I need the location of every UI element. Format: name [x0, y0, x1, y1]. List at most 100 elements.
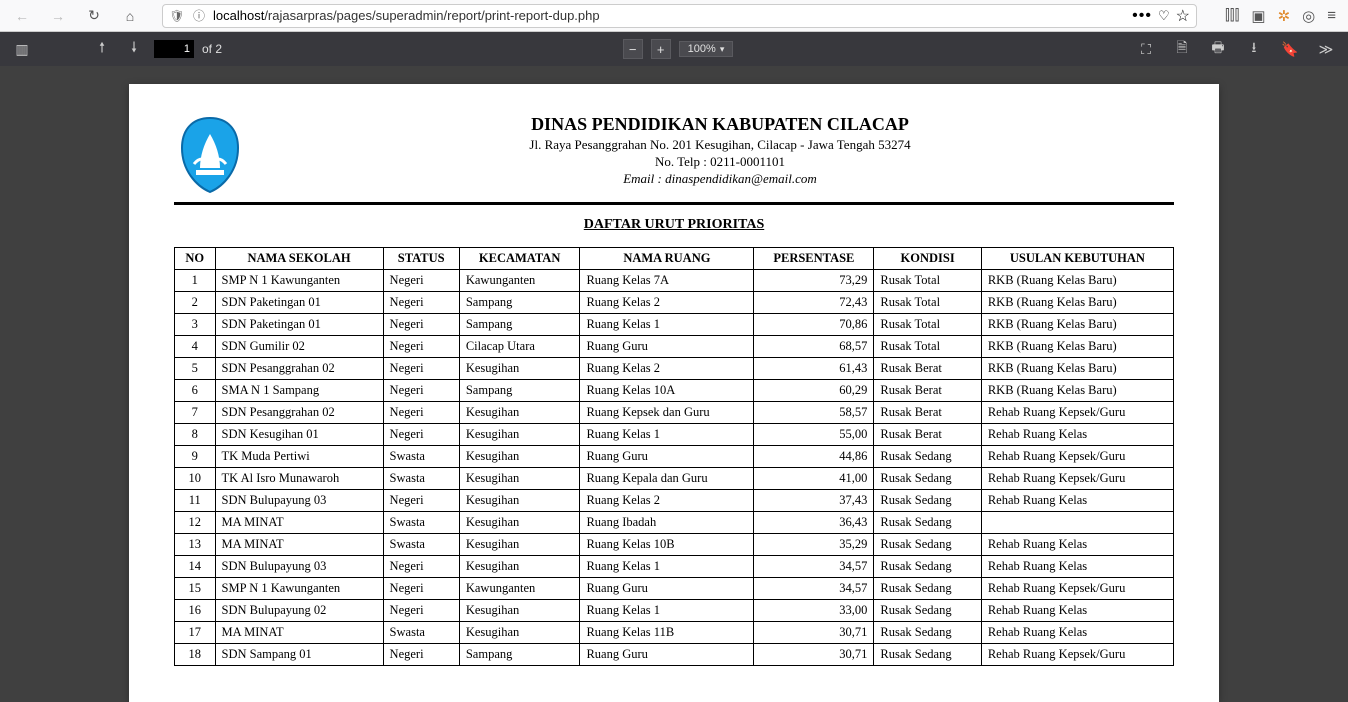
- table-cell: SDN Sampang 01: [215, 644, 383, 666]
- table-cell: 8: [175, 424, 216, 446]
- presentation-icon[interactable]: ⛶: [1134, 37, 1158, 61]
- column-header: STATUS: [383, 248, 459, 270]
- table-cell: Rusak Total: [874, 270, 981, 292]
- table-cell: Rehab Ruang Kepsek/Guru: [981, 446, 1173, 468]
- home-button[interactable]: ⌂: [116, 2, 144, 30]
- table-cell: 9: [175, 446, 216, 468]
- table-cell: Ruang Kelas 1: [580, 556, 754, 578]
- url-host: localhost: [213, 8, 264, 23]
- zoom-select[interactable]: 100% ▾: [679, 41, 734, 57]
- column-header: USULAN KEBUTUHAN: [981, 248, 1173, 270]
- table-cell: 44,86: [754, 446, 874, 468]
- table-cell: Rusak Sedang: [874, 578, 981, 600]
- table-cell: Rusak Berat: [874, 402, 981, 424]
- download-icon[interactable]: ⭳: [1242, 37, 1266, 61]
- table-row: 8SDN Kesugihan 01NegeriKesugihanRuang Ke…: [175, 424, 1174, 446]
- info-icon[interactable]: ⓘ: [191, 7, 207, 24]
- table-cell: Rehab Ruang Kelas: [981, 600, 1173, 622]
- table-row: 12MA MINATSwastaKesugihanRuang Ibadah36,…: [175, 512, 1174, 534]
- table-cell: RKB (Ruang Kelas Baru): [981, 292, 1173, 314]
- library-icon[interactable]: ⫿⫿⫿: [1225, 7, 1239, 24]
- table-cell: Rehab Ruang Kelas: [981, 556, 1173, 578]
- table-cell: SMA N 1 Sampang: [215, 380, 383, 402]
- zoom-in-button[interactable]: +: [651, 39, 671, 59]
- table-cell: Ruang Guru: [580, 644, 754, 666]
- table-cell: 7: [175, 402, 216, 424]
- table-cell: Ruang Kelas 1: [580, 600, 754, 622]
- table-cell: Swasta: [383, 534, 459, 556]
- table-cell: SDN Pesanggrahan 02: [215, 402, 383, 424]
- account-icon[interactable]: ◎: [1302, 7, 1315, 25]
- forward-button[interactable]: →: [44, 2, 72, 30]
- org-address: Jl. Raya Pesanggrahan No. 201 Kesugihan,…: [266, 137, 1174, 153]
- table-row: 7SDN Pesanggrahan 02NegeriKesugihanRuang…: [175, 402, 1174, 424]
- table-cell: Kawunganten: [459, 578, 580, 600]
- zoom-out-button[interactable]: −: [623, 39, 643, 59]
- table-cell: Negeri: [383, 424, 459, 446]
- menu-icon[interactable]: ≡: [1327, 7, 1336, 24]
- bookmark-icon[interactable]: 🔖: [1278, 37, 1302, 61]
- table-cell: Rusak Sedang: [874, 512, 981, 534]
- table-cell: Kesugihan: [459, 490, 580, 512]
- table-cell: 17: [175, 622, 216, 644]
- column-header: NO: [175, 248, 216, 270]
- pdf-page: DINAS PENDIDIKAN KABUPATEN CILACAP Jl. R…: [129, 84, 1219, 702]
- browser-right-icons: ⫿⫿⫿ ▣ ✲ ◎ ≡: [1225, 7, 1340, 25]
- table-cell: 72,43: [754, 292, 874, 314]
- bookmark-star-icon[interactable]: ☆: [1176, 6, 1190, 26]
- table-cell: Rehab Ruang Kepsek/Guru: [981, 578, 1173, 600]
- open-file-icon[interactable]: 🗎: [1170, 37, 1194, 61]
- sidebar-toggle-icon[interactable]: ▥: [10, 37, 34, 61]
- table-cell: Rehab Ruang Kelas: [981, 622, 1173, 644]
- org-name: DINAS PENDIDIKAN KABUPATEN CILACAP: [266, 114, 1174, 135]
- table-cell: Rehab Ruang Kelas: [981, 424, 1173, 446]
- table-cell: Rehab Ruang Kepsek/Guru: [981, 468, 1173, 490]
- browser-toolbar: ← → ↻ ⌂ 🛡 ⓘ localhost/rajasarpras/pages/…: [0, 0, 1348, 32]
- table-cell: Negeri: [383, 644, 459, 666]
- reader-icon[interactable]: ♡: [1158, 8, 1170, 24]
- table-cell: SDN Bulupayung 02: [215, 600, 383, 622]
- table-row: 16SDN Bulupayung 02NegeriKesugihanRuang …: [175, 600, 1174, 622]
- table-cell: Ruang Guru: [580, 446, 754, 468]
- tools-icon[interactable]: ≫: [1314, 37, 1338, 61]
- table-cell: 10: [175, 468, 216, 490]
- table-cell: 13: [175, 534, 216, 556]
- reload-button[interactable]: ↻: [80, 2, 108, 30]
- table-cell: SDN Pesanggrahan 02: [215, 358, 383, 380]
- address-bar[interactable]: 🛡 ⓘ localhost/rajasarpras/pages/superadm…: [162, 4, 1197, 28]
- document-header: DINAS PENDIDIKAN KABUPATEN CILACAP Jl. R…: [174, 114, 1174, 205]
- pdf-viewer[interactable]: DINAS PENDIDIKAN KABUPATEN CILACAP Jl. R…: [0, 66, 1348, 702]
- table-row: 1SMP N 1 KawungantenNegeriKawungantenRua…: [175, 270, 1174, 292]
- table-cell: Ruang Kelas 1: [580, 314, 754, 336]
- extension-icon[interactable]: ✲: [1278, 7, 1291, 25]
- org-email: Email : dinaspendidikan@email.com: [266, 171, 1174, 187]
- table-cell: Kesugihan: [459, 534, 580, 556]
- table-cell: Kesugihan: [459, 600, 580, 622]
- table-cell: 68,57: [754, 336, 874, 358]
- sidebar-icon[interactable]: ▣: [1251, 7, 1265, 25]
- page-number-input[interactable]: [154, 40, 194, 58]
- table-cell: Sampang: [459, 314, 580, 336]
- chevron-down-icon: ▾: [720, 44, 725, 55]
- back-button[interactable]: ←: [8, 2, 36, 30]
- zoom-value: 100%: [688, 43, 716, 55]
- page-actions-icon[interactable]: •••: [1132, 7, 1152, 25]
- print-icon[interactable]: 🖶: [1206, 37, 1230, 61]
- table-cell: 60,29: [754, 380, 874, 402]
- table-cell: Swasta: [383, 468, 459, 490]
- table-cell: SDN Bulupayung 03: [215, 490, 383, 512]
- url-path: /rajasarpras/pages/superadmin/report/pri…: [264, 8, 599, 23]
- table-cell: Rusak Sedang: [874, 600, 981, 622]
- table-cell: 18: [175, 644, 216, 666]
- page-up-icon[interactable]: 🠕: [90, 37, 114, 61]
- table-cell: MA MINAT: [215, 534, 383, 556]
- table-cell: Negeri: [383, 358, 459, 380]
- table-cell: 34,57: [754, 556, 874, 578]
- table-cell: Rusak Berat: [874, 380, 981, 402]
- page-down-icon[interactable]: 🠗: [122, 37, 146, 61]
- table-row: 15SMP N 1 KawungantenNegeriKawungantenRu…: [175, 578, 1174, 600]
- table-cell: Swasta: [383, 446, 459, 468]
- table-row: 9TK Muda PertiwiSwastaKesugihanRuang Gur…: [175, 446, 1174, 468]
- table-cell: 5: [175, 358, 216, 380]
- url-text[interactable]: localhost/rajasarpras/pages/superadmin/r…: [213, 8, 1126, 23]
